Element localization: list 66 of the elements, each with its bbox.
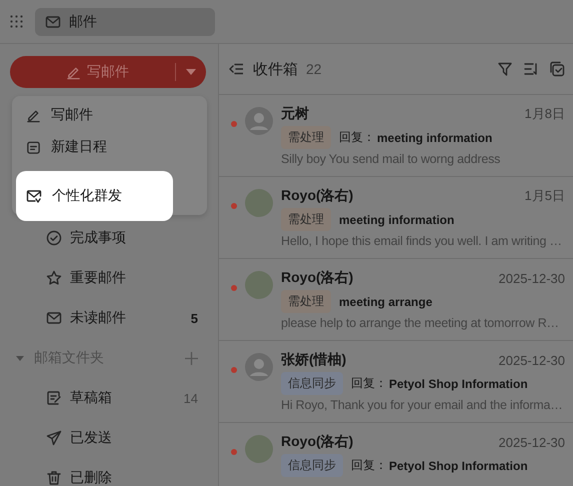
star-icon [46,270,62,286]
sidebar-item[interactable]: 已发送 [10,418,206,458]
message-count: 22 [306,61,323,77]
sidebar-item[interactable]: 完成事项 [10,218,206,258]
sidebar-item[interactable]: 未读邮件 5 [10,298,206,338]
avatar-icon [245,107,273,135]
message-preview: please help to arrange the meeting at tomorrow R… [281,316,560,330]
tag: 信息同步 [281,454,343,477]
tag: 信息同步 [281,372,343,395]
message-row[interactable]: Royo(洛右) 2025-12-30 信息同步 回复： Petyol Shop Information [219,423,573,486]
message-date: 1月5日 [524,187,565,205]
message-row[interactable]: Royo(洛右) 1月5日 需处理 meeting information Hello, I hope this email finds you well. I am writing … [219,177,573,259]
message-preview: Hi Royo, Thank you for your email and the informa… [281,398,564,412]
message-subject: Petyol Shop Information [389,376,528,390]
pen-icon [26,108,41,122]
message-subject: meeting information [377,130,492,144]
photo-placeholder [245,271,273,299]
tag: 需处理 [281,126,331,149]
message-preview: Silly boy You send mail to worng address [281,152,502,166]
trash-icon [46,470,62,486]
check-circle-icon [46,230,62,246]
item-count: 5 [190,310,198,326]
sidebar-item[interactable]: 已删除 [10,458,206,486]
reply-prefix: 回复： [351,457,387,474]
draft-icon [46,390,62,406]
expand-caret-icon[interactable] [16,356,24,360]
message-row[interactable]: 张娇(惜柚) 2025-12-30 信息同步 回复： Petyol Shop Information Hi Royo, Thank you for your email and the informa… [219,341,573,423]
envelope-icon [45,14,61,30]
message-subject: meeting arrange [339,294,432,308]
photo-placeholder [245,435,273,463]
sender-name: Royo(洛右) [281,187,354,205]
menu-item[interactable]: 新建日程 [12,131,207,163]
photo-placeholder [245,189,273,217]
reply-prefix: 回复： [339,129,375,146]
collapse-sidebar-icon[interactable] [229,63,243,75]
message-subject: Petyol Shop Information [389,458,528,472]
sender-name: 张娇(惜柚) [281,351,346,369]
message-date: 2025-12-30 [498,270,565,286]
pen-icon [66,64,81,80]
message-row[interactable]: 元树 1月8日 需处理 回复： meeting information Silly boy You send mail to worng address [219,95,573,177]
message-date: 2025-12-30 [498,352,565,368]
folder-title: 收件箱 [253,60,298,78]
message-subject: meeting information [339,212,454,226]
filter-icon[interactable] [497,61,513,77]
sender-name: Royo(洛右) [281,433,354,451]
reply-prefix: 回复： [351,375,387,392]
menu-item[interactable]: 个性化群发 [16,171,173,221]
apps-grid-icon[interactable] [10,15,23,28]
sidebar-item[interactable]: 重要邮件 [10,258,206,298]
mail-send-icon [26,188,42,204]
paper-plane-icon [46,430,62,446]
sender-name: 元树 [281,105,309,123]
app-tab[interactable]: 邮件 [35,8,215,36]
message-date: 2025-12-30 [498,434,565,450]
menu-item[interactable]: 写邮件 [12,99,207,131]
message-date: 1月8日 [524,105,565,123]
avatar-icon [245,353,273,381]
multi-select-icon[interactable] [549,61,565,77]
tag: 需处理 [281,290,331,313]
message-row[interactable]: Royo(洛右) 2025-12-30 需处理 meeting arrange please help to arrange the meeting at tomorrow R… [219,259,573,341]
envelope-icon [46,310,62,326]
sender-name: Royo(洛右) [281,269,354,287]
tag: 需处理 [281,208,331,231]
calendar-icon [26,140,41,154]
sort-icon[interactable] [523,61,539,77]
message-preview: Hello, I hope this email finds you well. I am writing … [281,234,563,248]
